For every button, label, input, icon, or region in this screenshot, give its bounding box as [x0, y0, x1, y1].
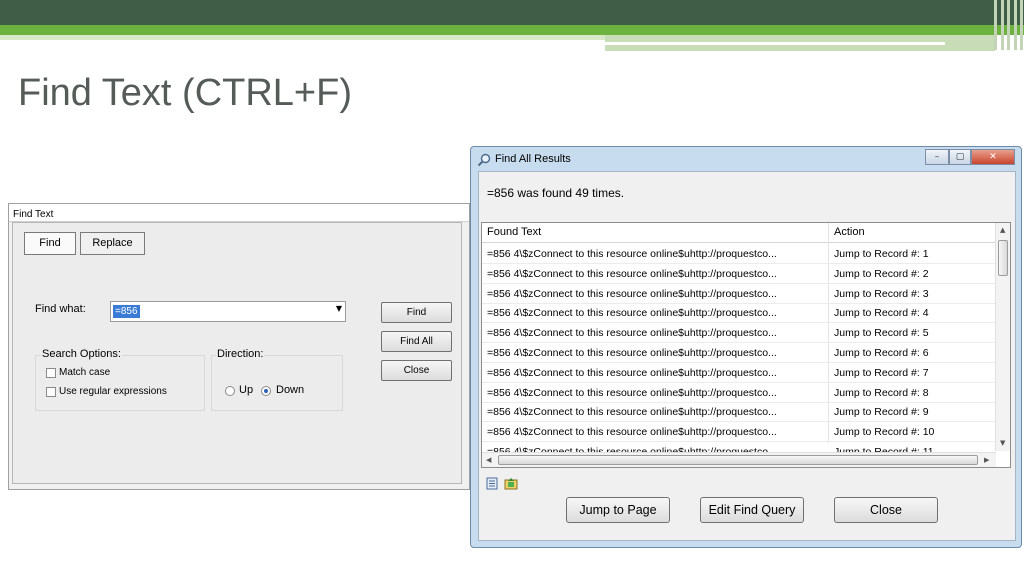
direction-up-radio[interactable] — [225, 386, 235, 396]
table-row[interactable]: =856 4\$zConnect to this resource online… — [482, 422, 996, 443]
scroll-up-icon[interactable]: ▲ — [1000, 226, 1005, 234]
found-text-cell: =856 4\$zConnect to this resource online… — [487, 386, 777, 399]
search-options-label: Search Options: — [41, 348, 122, 360]
column-header-action[interactable]: Action — [834, 226, 865, 238]
find-button[interactable]: Find — [381, 302, 452, 323]
found-text-cell: =856 4\$zConnect to this resource online… — [487, 267, 777, 280]
export-icon[interactable] — [504, 477, 518, 490]
minimize-icon[interactable]: – — [925, 149, 949, 165]
table-row[interactable]: =856 4\$zConnect to this resource online… — [482, 383, 996, 403]
action-cell[interactable]: Jump to Record #: 7 — [834, 367, 929, 379]
found-text-cell: =856 4\$zConnect to this resource online… — [487, 426, 777, 439]
header-band-light — [0, 35, 605, 40]
action-cell[interactable]: Jump to Record #: 5 — [834, 327, 929, 339]
action-cell[interactable]: Jump to Record #: 3 — [834, 288, 929, 300]
chevron-down-icon[interactable]: ▼ — [336, 304, 342, 313]
horizontal-scrollbar[interactable]: ◀ ▶ — [482, 452, 996, 467]
find-all-results-body: =856 was found 49 times. Found Text Acti… — [478, 171, 1016, 541]
regex-label: Use regular expressions — [59, 386, 167, 397]
found-text-cell: =856 4\$zConnect to this resource online… — [487, 366, 777, 379]
action-cell[interactable]: Jump to Record #: 1 — [834, 248, 929, 260]
find-text-dialog: Find Text Find Replace Find what: =856 ▼… — [8, 203, 470, 490]
results-close-button[interactable]: Close — [834, 497, 938, 523]
scroll-down-icon[interactable]: ▼ — [1000, 439, 1005, 447]
found-text-cell: =856 4\$zConnect to this resource online… — [487, 248, 777, 260]
document-icon[interactable] — [485, 477, 499, 490]
results-summary: =856 was found 49 times. — [487, 186, 625, 200]
tab-find[interactable]: Find — [24, 232, 76, 255]
header-stripes — [990, 0, 1024, 50]
table-row[interactable]: =856 4\$zConnect to this resource online… — [482, 343, 996, 363]
search-icon — [477, 153, 491, 167]
found-text-cell: =856 4\$zConnect to this resource online… — [487, 287, 777, 300]
edit-find-query-button[interactable]: Edit Find Query — [700, 497, 804, 523]
find-all-button[interactable]: Find All — [381, 331, 452, 352]
find-what-value[interactable]: =856 — [113, 305, 140, 318]
find-text-dialog-title: Find Text — [9, 204, 469, 222]
search-options-group — [35, 355, 205, 411]
close-button[interactable]: Close — [381, 360, 452, 381]
table-row[interactable]: =856 4\$zConnect to this resource online… — [482, 303, 996, 324]
vertical-scroll-thumb[interactable] — [998, 240, 1008, 276]
table-row[interactable]: =856 4\$zConnect to this resource online… — [482, 284, 996, 304]
header-band-dark — [0, 0, 1024, 25]
match-case-label: Match case — [59, 367, 111, 378]
header-band-highlight — [605, 42, 945, 45]
close-icon[interactable]: ✕ — [971, 149, 1015, 165]
action-cell[interactable]: Jump to Record #: 8 — [834, 387, 929, 399]
column-header-found-text[interactable]: Found Text — [487, 226, 541, 238]
results-grid-header: Found Text Action — [482, 223, 996, 243]
found-text-cell: =856 4\$zConnect to this resource online… — [487, 327, 777, 340]
results-grid[interactable]: Found Text Action =856 4\$zConnect to th… — [481, 222, 1011, 468]
scroll-right-icon[interactable]: ▶ — [984, 456, 989, 464]
scroll-left-icon[interactable]: ◀ — [486, 456, 491, 464]
direction-up-label: Up — [239, 384, 254, 396]
table-row[interactable]: =856 4\$zConnect to this resource online… — [482, 323, 996, 344]
match-case-checkbox[interactable] — [46, 368, 56, 378]
found-text-cell: =856 4\$zConnect to this resource online… — [487, 406, 777, 419]
direction-down-radio[interactable] — [261, 386, 271, 396]
found-text-cell: =856 4\$zConnect to this resource online… — [487, 307, 777, 320]
horizontal-scroll-thumb[interactable] — [498, 455, 978, 465]
found-text-cell: =856 4\$zConnect to this resource online… — [487, 347, 777, 359]
tab-replace[interactable]: Replace — [80, 232, 145, 255]
regex-checkbox[interactable] — [46, 387, 56, 397]
action-cell[interactable]: Jump to Record #: 10 — [834, 426, 934, 438]
find-all-results-title: Find All Results — [495, 153, 571, 165]
header-band-green — [0, 25, 1024, 35]
table-row[interactable]: =856 4\$zConnect to this resource online… — [482, 363, 996, 383]
maximize-icon[interactable]: ▢ — [949, 149, 971, 165]
direction-label: Direction: — [216, 348, 265, 360]
action-cell[interactable]: Jump to Record #: 4 — [834, 307, 929, 319]
table-row[interactable]: =856 4\$zConnect to this resource online… — [482, 402, 996, 423]
find-what-label: Find what: — [35, 303, 86, 315]
action-cell[interactable]: Jump to Record #: 6 — [834, 347, 929, 359]
direction-down-label: Down — [276, 384, 305, 396]
action-cell[interactable]: Jump to Record #: 2 — [834, 268, 929, 280]
direction-group — [211, 355, 343, 411]
table-row[interactable]: =856 4\$zConnect to this resource online… — [482, 244, 996, 264]
find-text-panel: Find Replace Find what: =856 ▼ Find Find… — [12, 222, 462, 484]
find-all-results-window: Find All Results – ▢ ✕ =856 was found 49… — [470, 146, 1022, 548]
jump-to-page-button[interactable]: Jump to Page — [566, 497, 670, 523]
vertical-scrollbar[interactable]: ▲ ▼ — [995, 223, 1010, 451]
action-cell[interactable]: Jump to Record #: 9 — [834, 406, 929, 418]
find-what-combobox[interactable]: =856 ▼ — [110, 301, 346, 322]
slide-title: Find Text (CTRL+F) — [18, 72, 352, 114]
table-row[interactable]: =856 4\$zConnect to this resource online… — [482, 264, 996, 284]
